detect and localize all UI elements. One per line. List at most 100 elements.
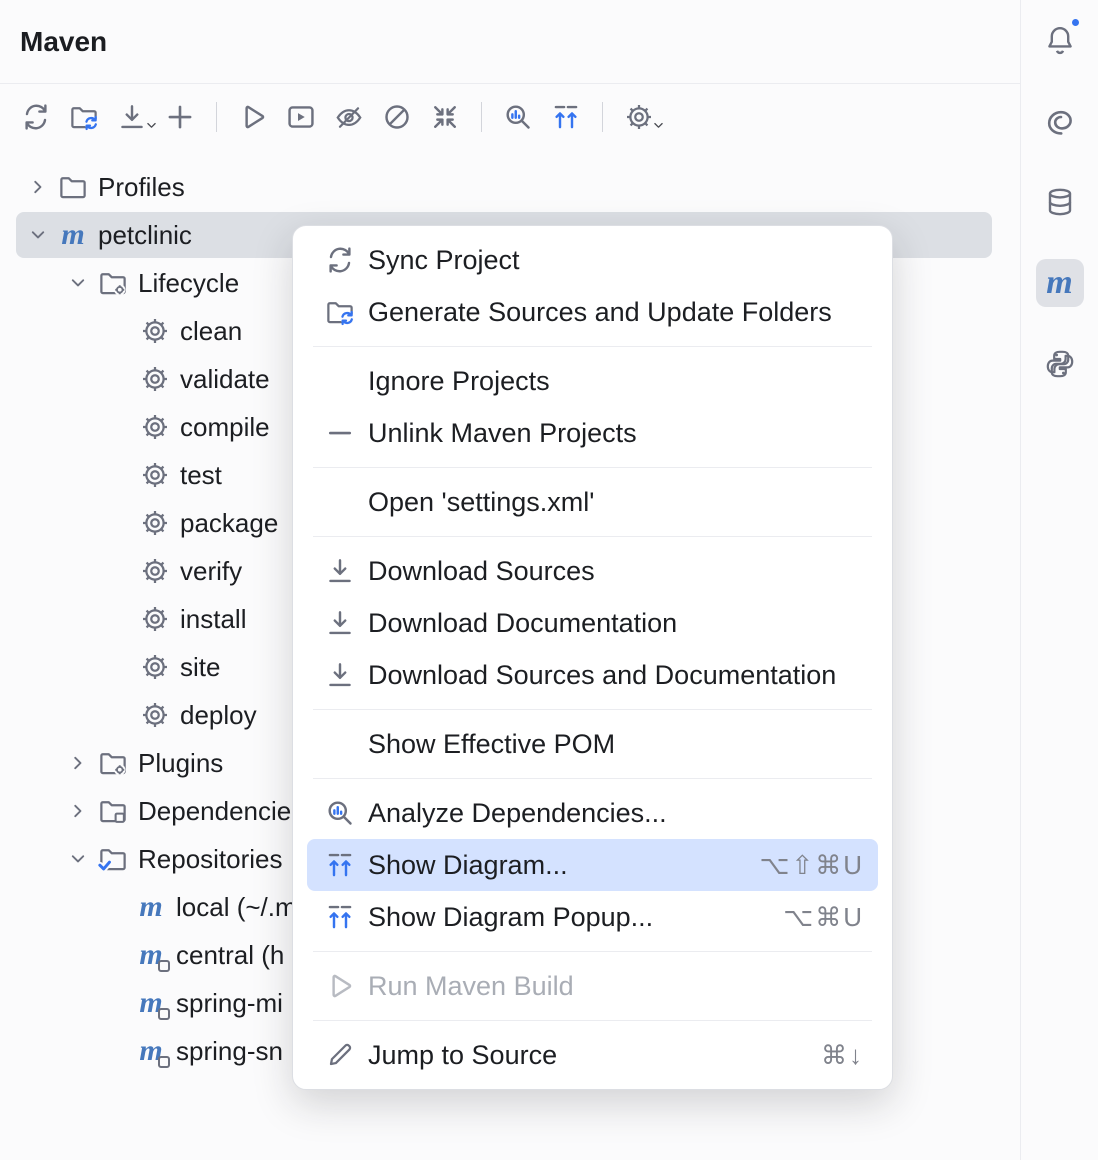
bell-icon	[1044, 24, 1076, 56]
show-diagram-button[interactable]	[542, 93, 590, 141]
tree-item-label: Profiles	[98, 172, 185, 203]
menu-item-shortcut: ⌥⌘U	[763, 902, 864, 933]
pencil-icon	[325, 1040, 355, 1070]
menu-item-generate-sources[interactable]: Generate Sources and Update Folders	[307, 286, 878, 338]
generate-sources-button[interactable]	[60, 93, 108, 141]
database-icon	[1044, 186, 1076, 218]
collapse-all-button[interactable]	[421, 93, 469, 141]
analyze-dependencies-icon	[325, 798, 355, 828]
download-icon	[325, 556, 355, 586]
chevron-right-icon[interactable]	[24, 173, 52, 201]
offline-icon	[382, 102, 412, 132]
run-window-icon	[286, 102, 316, 132]
download-icon	[325, 608, 355, 638]
tree-item-label: deploy	[180, 700, 257, 731]
notifications-button[interactable]	[1036, 16, 1084, 64]
tree-item-label: clean	[180, 316, 242, 347]
tree-item-label: spring-sn	[176, 1036, 283, 1067]
menu-item-label: Generate Sources and Update Folders	[368, 297, 832, 328]
download-icon	[117, 102, 147, 132]
menu-item-show-diagram[interactable]: Show Diagram... ⌥⇧⌘U	[307, 839, 878, 891]
menu-item-analyze-dependencies[interactable]: Analyze Dependencies...	[307, 787, 878, 839]
tree-item-label: Plugins	[138, 748, 223, 779]
tree-item-profiles[interactable]: Profiles	[0, 163, 1020, 211]
menu-item-label: Open 'settings.xml'	[368, 487, 594, 518]
skip-tests-button[interactable]	[325, 93, 373, 141]
maven-remote-repo-icon: m	[136, 1036, 166, 1066]
sync-icon	[325, 245, 355, 275]
ai-assistant-button[interactable]	[1036, 97, 1084, 145]
menu-item-download-sources-and-documentation[interactable]: Download Sources and Documentation	[307, 649, 878, 701]
offline-mode-button[interactable]	[373, 93, 421, 141]
tool-window-title: Maven	[20, 26, 107, 58]
menu-item-jump-to-source[interactable]: Jump to Source ⌘↓	[307, 1029, 878, 1081]
hook-icon	[1044, 105, 1076, 137]
menu-item-unlink-maven-projects[interactable]: Unlink Maven Projects	[307, 407, 878, 459]
menu-separator	[313, 709, 872, 710]
chevron-down-icon[interactable]	[64, 269, 92, 297]
execute-goal-button[interactable]	[277, 93, 325, 141]
goal-icon	[140, 460, 170, 490]
chevron-right-icon[interactable]	[64, 797, 92, 825]
maven-tool-button[interactable]: m	[1036, 259, 1084, 307]
tree-item-label: verify	[180, 556, 242, 587]
notification-badge	[1069, 16, 1082, 29]
menu-item-show-effective-pom[interactable]: Show Effective POM	[307, 718, 878, 770]
goal-icon	[140, 604, 170, 634]
menu-separator	[313, 1020, 872, 1021]
settings-button[interactable]	[615, 93, 663, 141]
menu-item-label: Download Sources	[368, 556, 595, 587]
tree-item-label: compile	[180, 412, 270, 443]
tree-item-label: local (~/.m	[176, 892, 297, 923]
download-sources-button[interactable]	[108, 93, 156, 141]
tree-item-label: install	[180, 604, 246, 635]
chevron-down-icon[interactable]	[24, 221, 52, 249]
maven-remote-repo-icon: m	[136, 940, 166, 970]
repositories-folder-icon	[98, 844, 128, 874]
analyze-dependencies-button[interactable]	[494, 93, 542, 141]
run-all-button[interactable]	[229, 93, 277, 141]
skip-tests-icon	[334, 102, 364, 132]
menu-item-sync-project[interactable]: Sync Project	[307, 234, 878, 286]
plugins-folder-icon	[98, 748, 128, 778]
chevron-right-icon[interactable]	[64, 749, 92, 777]
tree-item-label: Lifecycle	[138, 268, 239, 299]
add-project-button[interactable]	[156, 93, 204, 141]
context-menu: Sync Project Generate Sources and Update…	[292, 225, 893, 1090]
toolbar	[0, 84, 1020, 150]
menu-item-shortcut: ⌘↓	[801, 1040, 864, 1071]
database-button[interactable]	[1036, 178, 1084, 226]
goal-icon	[140, 700, 170, 730]
folder-icon	[58, 172, 88, 202]
menu-item-run-maven-build[interactable]: Run Maven Build	[307, 960, 878, 1012]
download-icon	[325, 660, 355, 690]
menu-item-download-documentation[interactable]: Download Documentation	[307, 597, 878, 649]
menu-item-label: Ignore Projects	[368, 366, 550, 397]
menu-item-label: Show Effective POM	[368, 729, 615, 760]
play-icon	[238, 102, 268, 132]
tool-window-header: Maven	[0, 0, 1020, 84]
right-tool-stripe: m	[1020, 0, 1098, 1160]
menu-separator	[313, 536, 872, 537]
chevron-down-icon[interactable]	[64, 845, 92, 873]
goal-icon	[140, 316, 170, 346]
gear-icon	[624, 102, 654, 132]
menu-separator	[313, 346, 872, 347]
menu-item-download-sources[interactable]: Download Sources	[307, 545, 878, 597]
toolbar-separator	[216, 102, 217, 132]
menu-item-ignore-projects[interactable]: Ignore Projects	[307, 355, 878, 407]
dependencies-folder-icon	[98, 796, 128, 826]
maven-icon: m	[1046, 266, 1072, 300]
folder-sync-icon	[325, 297, 355, 327]
tree-item-label: site	[180, 652, 220, 683]
reload-projects-button[interactable]	[12, 93, 60, 141]
menu-item-show-diagram-popup[interactable]: Show Diagram Popup... ⌥⌘U	[307, 891, 878, 943]
menu-item-label: Download Documentation	[368, 608, 677, 639]
play-icon	[325, 971, 355, 1001]
menu-separator	[313, 951, 872, 952]
python-packages-button[interactable]	[1036, 340, 1084, 388]
tree-item-label: Repositories	[138, 844, 283, 875]
menu-item-open-settings-xml[interactable]: Open 'settings.xml'	[307, 476, 878, 528]
menu-separator	[313, 467, 872, 468]
sync-icon	[21, 102, 51, 132]
